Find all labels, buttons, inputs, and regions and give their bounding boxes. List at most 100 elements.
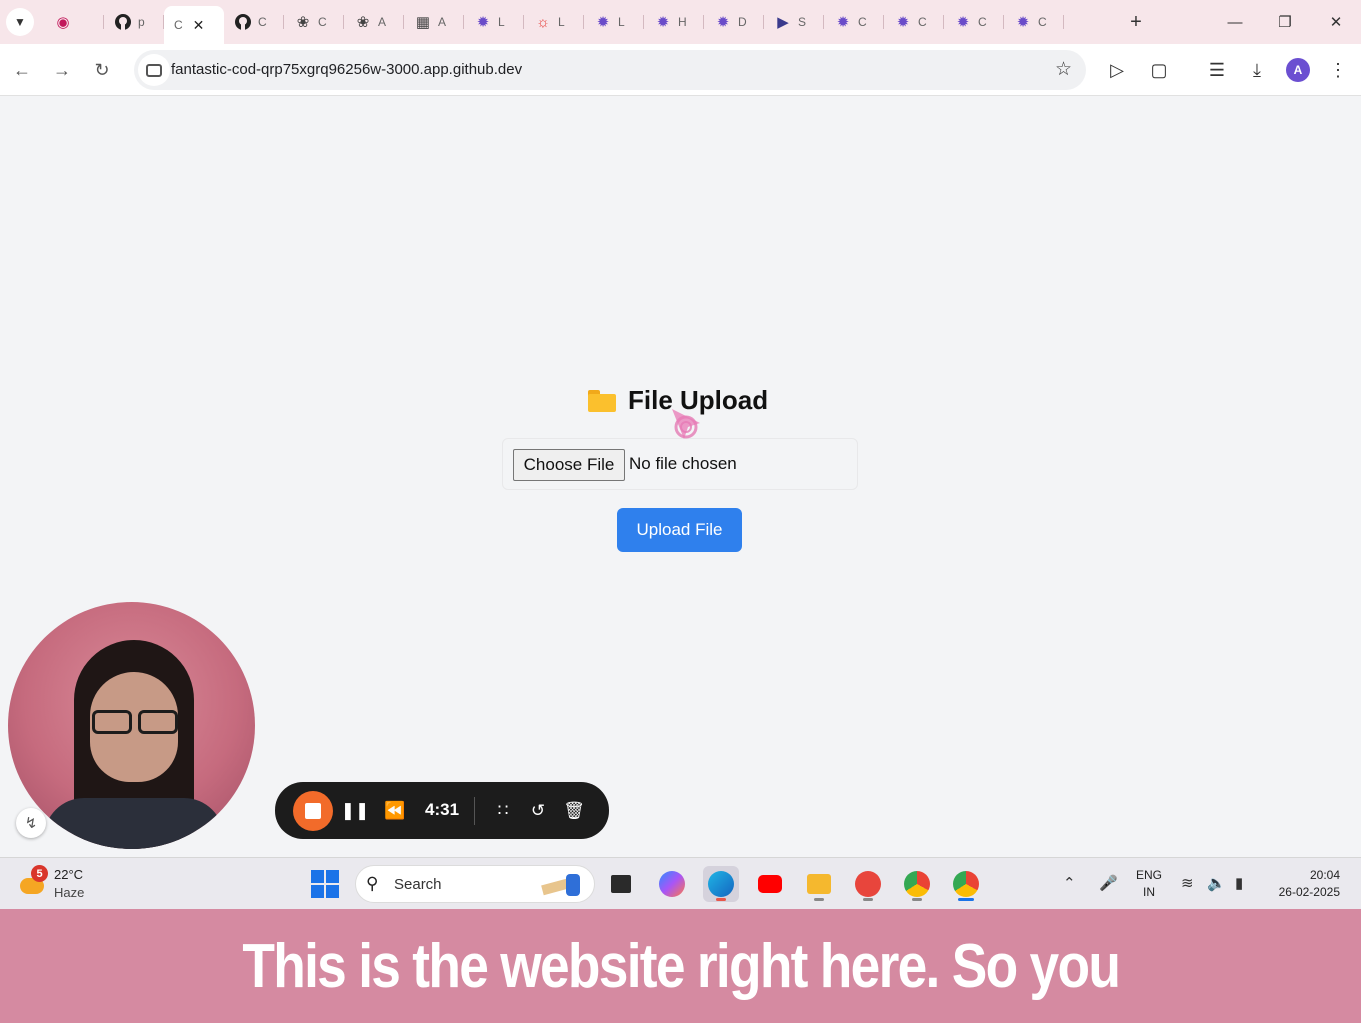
chrome-profile-a-icon[interactable] bbox=[948, 866, 984, 902]
trash-icon[interactable]: 🗑 bbox=[561, 798, 587, 824]
stop-recording-button[interactable] bbox=[293, 791, 333, 831]
tab-search-button[interactable]: ▼ bbox=[6, 8, 34, 36]
stop-icon bbox=[305, 803, 321, 819]
recorder-divider bbox=[474, 797, 475, 825]
gear-icon: ✹ bbox=[956, 13, 970, 31]
more-menu-icon[interactable]: ⋮ bbox=[1326, 58, 1350, 82]
restore-icon: ❐ bbox=[1278, 14, 1292, 31]
wifi-icon[interactable]: ≋ bbox=[1181, 874, 1194, 892]
notebook-icon: ▦ bbox=[415, 13, 431, 31]
restart-icon[interactable]: ↺ bbox=[525, 798, 551, 824]
microphone-icon[interactable]: 🎤 bbox=[1099, 874, 1118, 892]
restore-button[interactable]: ❐ bbox=[1262, 6, 1308, 38]
taskbar-search[interactable]: ⚲ Search bbox=[355, 865, 595, 903]
chevron-up-icon[interactable]: ⌃ bbox=[1063, 874, 1076, 892]
github-icon bbox=[114, 13, 132, 31]
openai-icon: ❀ bbox=[356, 13, 370, 31]
system-clock[interactable]: 20:04 26-02-2025 bbox=[1268, 867, 1340, 901]
volume-icon[interactable]: 🔈 bbox=[1207, 874, 1226, 892]
wps-office-icon[interactable] bbox=[850, 866, 886, 902]
tab-title: C bbox=[1038, 15, 1047, 29]
bookmark-star-icon[interactable]: ☆ bbox=[1055, 58, 1072, 81]
forward-button[interactable]: → bbox=[48, 56, 76, 84]
gear-icon: ✹ bbox=[716, 13, 730, 31]
lightning-icon[interactable]: ↯ bbox=[16, 808, 46, 838]
profile-avatar[interactable]: A bbox=[1286, 58, 1310, 82]
tab-gear-3[interactable]: ✹ H bbox=[644, 6, 704, 38]
webcam-person-shirt bbox=[44, 798, 224, 849]
tab-title: S bbox=[798, 15, 807, 29]
close-icon[interactable]: ✕ bbox=[193, 17, 205, 34]
media-controls-icon[interactable]: ☰ bbox=[1205, 58, 1229, 82]
new-tab-button[interactable]: + bbox=[1124, 8, 1148, 36]
tab-recorder[interactable]: ◉ bbox=[44, 6, 104, 38]
github-icon bbox=[234, 13, 252, 31]
windows-taskbar: 5 22°C Haze ⚲ Search ⌃ 🎤 ENG IN ≋ 🔈 ▮ 20… bbox=[0, 857, 1361, 909]
close-window-button[interactable]: ✕ bbox=[1313, 6, 1359, 38]
tab-openai-2[interactable]: ❀ A bbox=[344, 6, 404, 38]
tab-gear-1[interactable]: ✹ L bbox=[464, 6, 524, 38]
search-label: Search bbox=[394, 876, 442, 893]
minimize-button[interactable]: — bbox=[1212, 6, 1258, 38]
reload-button[interactable]: ↻ bbox=[88, 56, 116, 84]
search-icon: ⚲ bbox=[366, 874, 379, 893]
weather-temperature: 22°C bbox=[54, 867, 84, 882]
tab-title: A bbox=[438, 15, 447, 29]
tab-github-1[interactable]: p bbox=[104, 6, 164, 38]
webcam-bubble[interactable] bbox=[8, 602, 255, 849]
search-highlight-icon bbox=[542, 872, 586, 898]
tab-gear-5[interactable]: ✹ C bbox=[824, 6, 884, 38]
tab-play[interactable]: ▶ S bbox=[764, 6, 824, 38]
grid-icon[interactable]: ∷ bbox=[490, 798, 516, 824]
copilot-icon[interactable] bbox=[654, 866, 690, 902]
tab-list: ◉ p C ✕ C ❀ C ❀ A ▦ A ✹ L ☼ L ✹ L ✹ H ✹ … bbox=[44, 6, 1064, 44]
tab-gear-6[interactable]: ✹ C bbox=[884, 6, 944, 38]
site-info-button[interactable] bbox=[138, 54, 170, 86]
tab-gear-4[interactable]: ✹ D bbox=[704, 6, 764, 38]
tab-gear-7[interactable]: ✹ C bbox=[944, 6, 1004, 38]
gear-icon: ✹ bbox=[896, 13, 910, 31]
video-caption: This is the website right here. So you bbox=[0, 909, 1361, 1023]
upload-file-button[interactable]: Upload File bbox=[617, 508, 742, 552]
pause-icon[interactable]: ❚❚ bbox=[341, 798, 370, 824]
file-input[interactable]: Choose File No file chosen bbox=[502, 438, 858, 490]
recorder-bar: ❚❚ ⏪ 4:31 ∷ ↺ 🗑 bbox=[275, 782, 609, 839]
address-bar[interactable]: fantastic-cod-qrp75xgrq96256w-3000.app.g… bbox=[134, 50, 1086, 90]
tab-gear-8[interactable]: ✹ C bbox=[1004, 6, 1064, 38]
windows-start-icon[interactable] bbox=[311, 870, 339, 898]
tab-rainbow[interactable]: ☼ L bbox=[524, 6, 584, 38]
clock-time: 20:04 bbox=[1309, 868, 1340, 882]
chrome-profile-r-icon[interactable] bbox=[899, 866, 935, 902]
tab-title: C bbox=[318, 15, 327, 29]
download-icon[interactable]: ⤓ bbox=[1245, 58, 1269, 82]
recording-time: 4:31 bbox=[425, 800, 460, 819]
gear-icon: ✹ bbox=[476, 13, 490, 31]
task-view-icon[interactable] bbox=[603, 866, 639, 902]
tab-title: L bbox=[618, 15, 625, 29]
url-text[interactable]: fantastic-cod-qrp75xgrq96256w-3000.app.g… bbox=[171, 61, 522, 78]
clock-date: 26-02-2025 bbox=[1278, 885, 1340, 899]
file-explorer-icon[interactable] bbox=[801, 866, 837, 902]
tab-gear-2[interactable]: ✹ L bbox=[584, 6, 644, 38]
choose-file-button[interactable]: Choose File bbox=[513, 449, 625, 481]
tab-openai-1[interactable]: ❀ C bbox=[284, 6, 344, 38]
tab-notebook[interactable]: ▦ A bbox=[404, 6, 464, 38]
tab-github-2[interactable]: C bbox=[224, 6, 284, 38]
language-indicator[interactable]: ENG IN bbox=[1136, 867, 1162, 901]
play-extension-icon[interactable]: ▷ bbox=[1105, 58, 1129, 82]
tab-active[interactable]: C ✕ bbox=[164, 6, 224, 44]
back-button[interactable]: ← bbox=[8, 56, 36, 84]
tab-title: L bbox=[558, 15, 565, 29]
extensions-icon[interactable]: ▢ bbox=[1147, 58, 1171, 82]
edge-icon[interactable] bbox=[703, 866, 739, 902]
file-status-text: No file chosen bbox=[629, 454, 737, 473]
youtube-icon[interactable] bbox=[752, 866, 788, 902]
gear-icon: ✹ bbox=[836, 13, 850, 31]
caption-text: This is the website right here. So you bbox=[242, 931, 1121, 1001]
rewind-icon[interactable]: ⏪ bbox=[382, 798, 408, 824]
plus-icon: + bbox=[1130, 10, 1142, 33]
battery-icon[interactable]: ▮ bbox=[1235, 874, 1243, 892]
gear-icon: ✹ bbox=[656, 13, 670, 31]
weather-description: Haze bbox=[54, 885, 85, 900]
chevron-down-icon: ▼ bbox=[14, 15, 26, 29]
